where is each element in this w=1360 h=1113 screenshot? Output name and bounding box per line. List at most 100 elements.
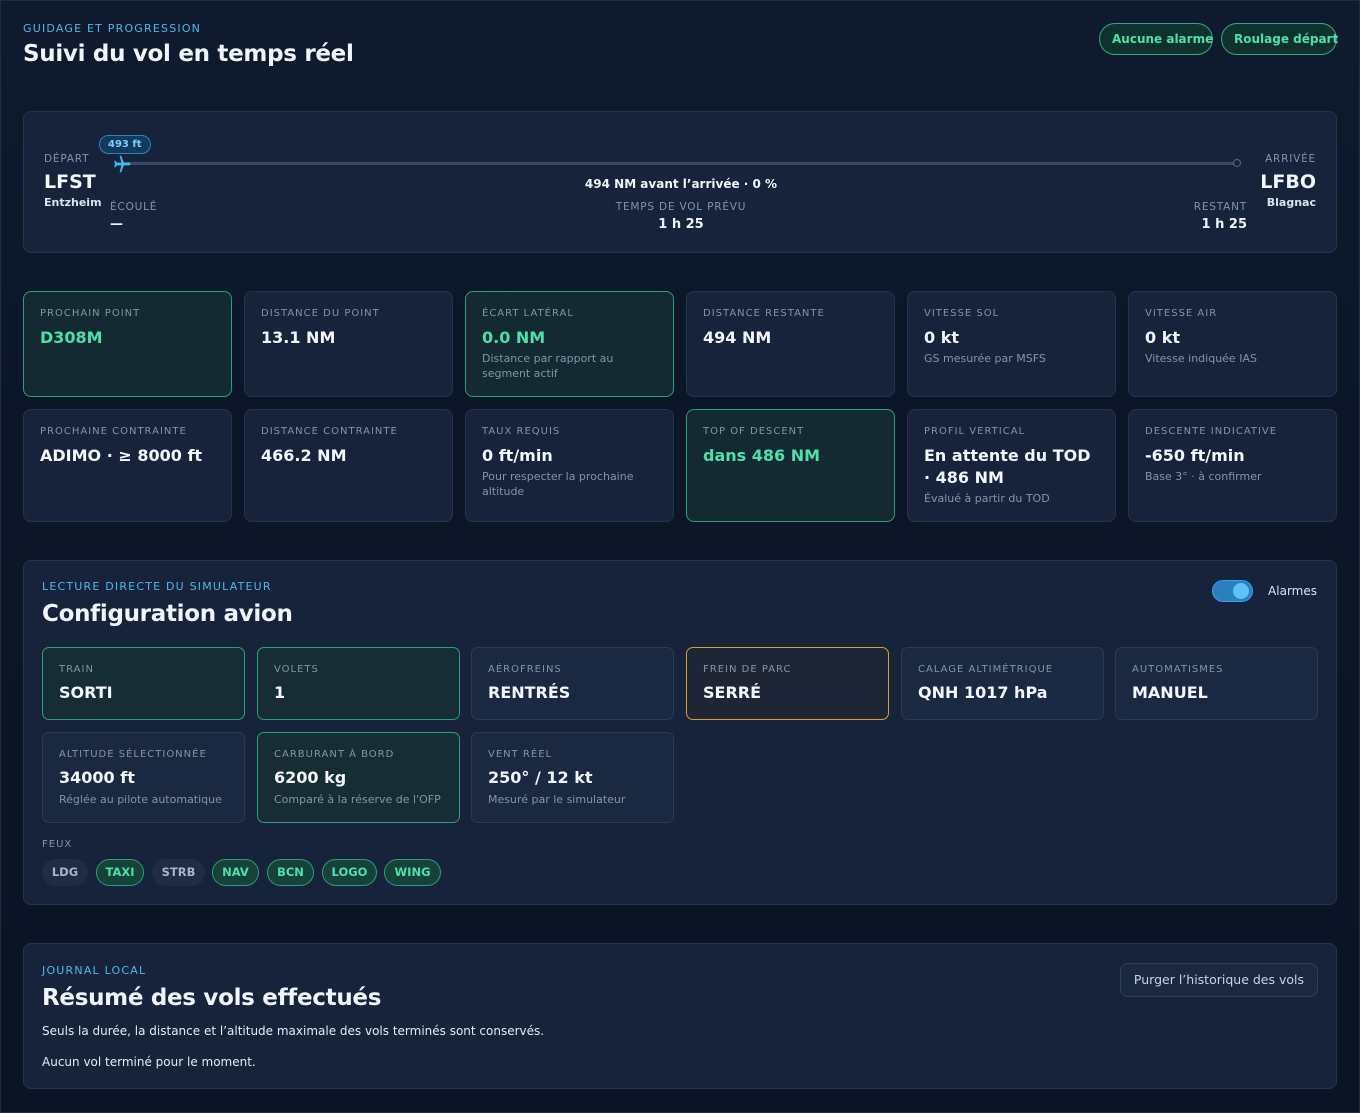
config-value: 1 — [274, 683, 286, 702]
metric-indicative-descent: DESCENTE INDICATIVE -650 ft/min Base 3° … — [1128, 409, 1337, 522]
config-speedbrakes: AÉROFREINS RENTRÉS — [471, 647, 674, 720]
planned-stat: TEMPS DE VOL PRÉVU 1 h 25 — [24, 201, 1338, 232]
page-header: GUIDAGE ET PROGRESSION Suivi du vol en t… — [23, 22, 354, 67]
flight-phase-pill[interactable]: Roulage départ — [1221, 23, 1338, 55]
progress-summary: 494 NM avant l’arrivée · 0 % — [584, 177, 778, 191]
route-progress-card: DÉPART LFST Entzheim ARRIVÉE LFBO Blagna… — [23, 111, 1337, 253]
metric-subtext: Évalué à partir du TOD — [924, 492, 1050, 505]
journal-empty-message: Aucun vol terminé pour le moment. — [42, 1055, 256, 1069]
planned-label: TEMPS DE VOL PRÉVU — [615, 201, 747, 213]
departure-label: DÉPART — [44, 153, 90, 165]
config-value: 250° / 12 kt — [488, 768, 593, 787]
altitude-badge: 493 ft — [99, 135, 151, 154]
metric-label: DISTANCE DU POINT — [261, 308, 380, 319]
metric-value: D308M — [40, 328, 103, 347]
metric-label: TAUX REQUIS — [482, 426, 561, 437]
metric-label: DESCENTE INDICATIVE — [1145, 426, 1278, 437]
light-chip-strb[interactable]: STRB — [152, 859, 205, 886]
metric-waypoint-distance: DISTANCE DU POINT 13.1 NM — [244, 291, 453, 397]
metric-label: VITESSE AIR — [1145, 308, 1218, 319]
config-label: VENT RÉEL — [488, 749, 553, 760]
metric-value: dans 486 NM — [703, 446, 821, 465]
progress-track — [122, 162, 1238, 165]
config-parking-brake: FREIN DE PARC SERRÉ — [686, 647, 889, 720]
metric-subtext: Distance par rapport au segment actif — [482, 352, 614, 380]
config-value: 6200 kg — [274, 768, 347, 787]
metric-subtext: GS mesurée par MSFS — [924, 352, 1046, 365]
config-label: FREIN DE PARC — [703, 664, 792, 675]
lights-label: FEUX — [42, 839, 73, 850]
metric-value: 0 ft/min — [482, 446, 553, 465]
config-label: CARBURANT À BORD — [274, 749, 395, 760]
metric-lateral-deviation: ÉCART LATÉRAL 0.0 NM Distance par rappor… — [465, 291, 674, 397]
metric-value: 494 NM — [703, 328, 772, 347]
flight-journal-panel: JOURNAL LOCAL Résumé des vols effectués … — [23, 943, 1337, 1089]
config-value: QNH 1017 hPa — [918, 683, 1048, 702]
aircraft-config-panel: LECTURE DIRECTE DU SIMULATEUR Configurat… — [23, 560, 1337, 905]
metric-label: TOP OF DESCENT — [703, 426, 805, 437]
light-chip-nav[interactable]: NAV — [212, 859, 259, 886]
airplane-icon — [114, 155, 131, 173]
arrival-label: ARRIVÉE — [1265, 153, 1316, 165]
config-subtext: Mesuré par le simulateur — [488, 793, 626, 806]
metric-label: DISTANCE RESTANTE — [703, 308, 825, 319]
metric-value: En attente du TOD · 486 NM — [924, 446, 1091, 487]
journal-title: Résumé des vols effectués — [42, 985, 382, 1011]
alarms-toggle[interactable] — [1212, 580, 1253, 602]
metric-value: 0 kt — [1145, 328, 1180, 347]
light-chip-ldg[interactable]: LDG — [42, 859, 88, 886]
metric-label: ÉCART LATÉRAL — [482, 308, 574, 319]
config-label: CALAGE ALTIMÉTRIQUE — [918, 664, 1054, 675]
light-chip-wing[interactable]: WING — [384, 859, 441, 886]
metric-air-speed: VITESSE AIR 0 kt Vitesse indiquée IAS — [1128, 291, 1337, 397]
metric-value: 466.2 NM — [261, 446, 347, 465]
metric-label: PROCHAINE CONTRAINTE — [40, 426, 187, 437]
metric-subtext: Vitesse indiquée IAS — [1145, 352, 1257, 365]
metric-label: VITESSE SOL — [924, 308, 1000, 319]
config-label: AUTOMATISMES — [1132, 664, 1224, 675]
metric-value: ADIMO · ≥ 8000 ft — [40, 446, 203, 465]
metric-remaining-distance: DISTANCE RESTANTE 494 NM — [686, 291, 895, 397]
purge-history-button[interactable]: Purger l’historique des vols — [1119, 963, 1318, 997]
metric-value: 0 kt — [924, 328, 959, 347]
config-value: 34000 ft — [59, 768, 135, 787]
metric-top-of-descent: TOP OF DESCENT dans 486 NM — [686, 409, 895, 522]
config-value: SERRÉ — [703, 683, 762, 702]
config-value: RENTRÉS — [488, 683, 571, 702]
config-selected-altitude: ALTITUDE SÉLECTIONNÉE 34000 ft Réglée au… — [42, 732, 245, 823]
metric-label: PROCHAIN POINT — [40, 308, 141, 319]
alarm-status-pill[interactable]: Aucune alarme — [1099, 23, 1213, 55]
config-value: MANUEL — [1132, 683, 1208, 702]
remaining-stat: RESTANT 1 h 25 — [1194, 201, 1247, 232]
light-chip-bcn[interactable]: BCN — [267, 859, 314, 886]
metric-vertical-profile: PROFIL VERTICAL En attente du TOD · 486 … — [907, 409, 1116, 522]
journal-note: Seuls la durée, la distance et l’altitud… — [42, 1024, 545, 1038]
light-chip-taxi[interactable]: TAXI — [96, 859, 144, 886]
toggle-knob — [1233, 583, 1249, 599]
journal-eyebrow: JOURNAL LOCAL — [42, 964, 147, 977]
journal-header: JOURNAL LOCAL Résumé des vols effectués — [42, 964, 381, 1011]
config-automation: AUTOMATISMES MANUEL — [1115, 647, 1318, 720]
metric-next-waypoint: PROCHAIN POINT D308M — [23, 291, 232, 397]
config-altimeter: CALAGE ALTIMÉTRIQUE QNH 1017 hPa — [901, 647, 1104, 720]
config-fuel: CARBURANT À BORD 6200 kg Comparé à la ré… — [257, 732, 460, 823]
config-eyebrow: LECTURE DIRECTE DU SIMULATEUR — [42, 580, 272, 593]
config-wind: VENT RÉEL 250° / 12 kt Mesuré par le sim… — [471, 732, 674, 823]
light-chip-logo[interactable]: LOGO — [322, 859, 377, 886]
config-subtext: Réglée au pilote automatique — [59, 793, 222, 806]
metric-label: PROFIL VERTICAL — [924, 426, 1026, 437]
remaining-value: 1 h 25 — [1201, 217, 1247, 232]
metric-required-rate: TAUX REQUIS 0 ft/min Pour respecter la p… — [465, 409, 674, 522]
page-title: Suivi du vol en temps réel — [23, 41, 354, 67]
arrival-marker — [1233, 159, 1241, 167]
alarms-toggle-label: Alarmes — [1268, 584, 1317, 598]
metric-subtext: Base 3° · à confirmer — [1145, 470, 1262, 483]
metric-subtext: Pour respecter la prochaine altitude — [482, 470, 634, 498]
planned-value: 1 h 25 — [658, 217, 704, 232]
config-label: AÉROFREINS — [488, 664, 562, 675]
config-header: LECTURE DIRECTE DU SIMULATEUR Configurat… — [42, 580, 293, 627]
config-label: TRAIN — [59, 664, 94, 675]
config-title: Configuration avion — [42, 601, 293, 627]
metric-constraint-distance: DISTANCE CONTRAINTE 466.2 NM — [244, 409, 453, 522]
metric-label: DISTANCE CONTRAINTE — [261, 426, 398, 437]
